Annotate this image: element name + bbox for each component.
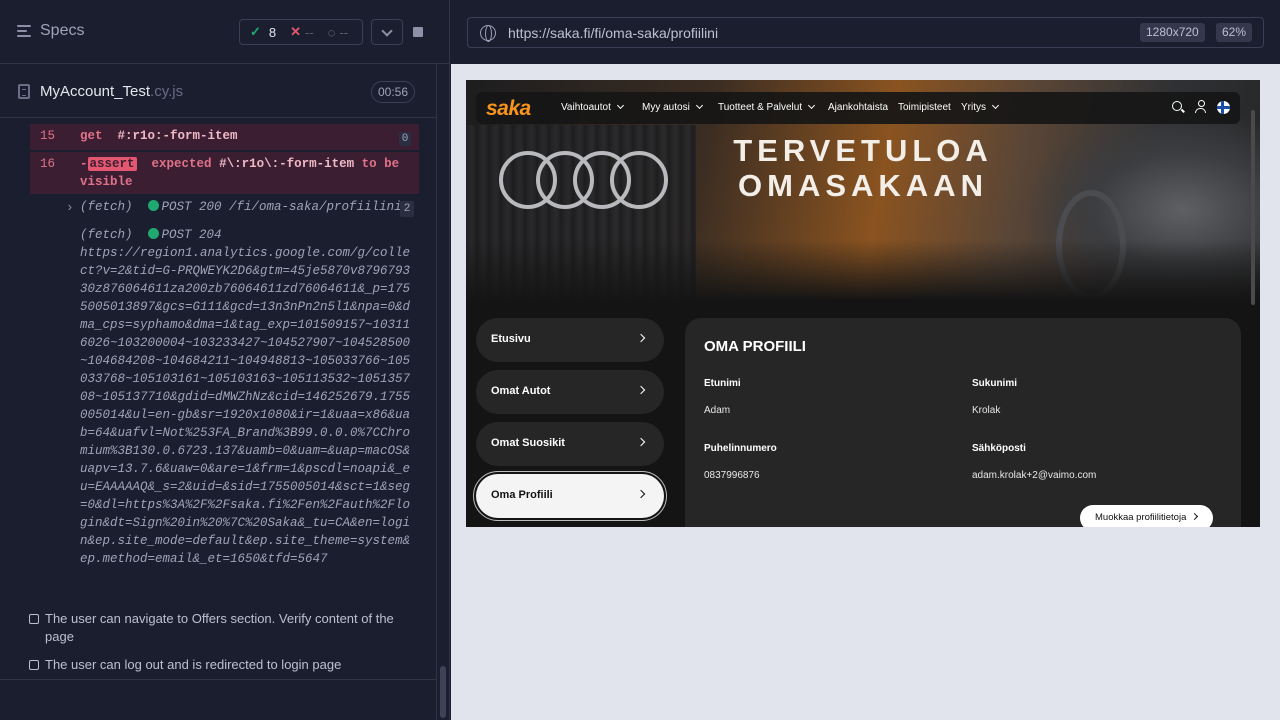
- hero-title-line1: TERVETULOA: [733, 133, 993, 168]
- specs-title[interactable]: Specs: [40, 22, 84, 40]
- document-icon: [18, 84, 30, 99]
- test-stats: ✓ 8 ✕ -- ◌ --: [239, 19, 363, 45]
- assert-prefix: -: [80, 157, 88, 171]
- nav-item-tuotteet[interactable]: Tuotteet & Palvelut: [718, 102, 814, 113]
- first-name-label: Etunimi: [704, 378, 741, 389]
- spec-file-row[interactable]: MyAccount_Test.cy.js 00:56: [0, 66, 436, 118]
- menu-icon[interactable]: [17, 25, 31, 39]
- side-menu-etusivu[interactable]: Etusivu: [476, 318, 664, 362]
- status-dot-icon: [147, 200, 159, 211]
- url-text[interactable]: https://saka.fi/fi/oma-saka/profiilini: [508, 25, 718, 41]
- side-menu-omat-suosikit[interactable]: Omat Suosikit: [476, 422, 664, 466]
- last-name-label: Sukunimi: [972, 378, 1018, 389]
- page-scrollbar[interactable]: [1251, 110, 1255, 305]
- url-bar-area: https://saka.fi/fi/oma-saka/profiilini 1…: [451, 0, 1280, 64]
- zoom-level[interactable]: 62%: [1216, 23, 1253, 42]
- first-name-value: Adam: [704, 405, 731, 416]
- command-log-panel: Specs ✓ 8 ✕ -- ◌ -- MyAccount_Test.cy.js…: [0, 0, 450, 720]
- check-icon: ✓: [250, 24, 261, 39]
- test-item[interactable]: The user can navigate to Offers section.…: [29, 610, 415, 646]
- saka-logo[interactable]: saka: [486, 97, 531, 121]
- viewport-size[interactable]: 1280x720: [1140, 23, 1205, 42]
- side-menu-oma-profiili[interactable]: Oma Profiili: [473, 471, 667, 521]
- assert-label: assert: [87, 157, 137, 171]
- chevron-right-icon: [636, 385, 646, 395]
- pending-icon: ◌: [327, 24, 336, 40]
- specs-header: Specs ✓ 8 ✕ -- ◌ --: [0, 0, 449, 64]
- profile-title: OMA PROFIILI: [704, 338, 806, 355]
- test-item[interactable]: The user can log out and is redirected t…: [29, 656, 415, 674]
- user-icon[interactable]: [1195, 100, 1207, 114]
- hero-title: TERVETULOA OMASAKAAN: [466, 133, 1260, 203]
- failed-count: --: [305, 24, 314, 40]
- test-pending-icon: [29, 614, 39, 624]
- fetch-count-badge: 2: [400, 201, 414, 217]
- command-arg: #:r1o:-form-item: [117, 129, 238, 143]
- side-menu-label: Omat Autot: [491, 385, 551, 397]
- chevron-right-icon: [636, 333, 646, 343]
- divider: [0, 679, 436, 680]
- globe-icon: [480, 25, 496, 42]
- command-row[interactable]: 15 get #:r1o:-form-item 0: [30, 124, 419, 150]
- test-title: The user can log out and is redirected t…: [45, 657, 342, 672]
- spec-file-name: MyAccount_Test: [40, 83, 151, 100]
- site-nav: saka Vaihtoautot Myy autosi Tuotteet & P…: [476, 92, 1240, 124]
- last-name-value: Krolak: [972, 405, 1001, 416]
- assert-arg: #\:r1o\:-form-item: [219, 157, 355, 171]
- command-number: 16: [40, 157, 56, 171]
- spec-file-ext: .cy.js: [150, 83, 184, 100]
- chevron-right-icon: [636, 489, 646, 499]
- command-count-badge: 0: [399, 132, 411, 146]
- x-icon: ✕: [290, 24, 302, 39]
- passed-count: 8: [268, 24, 277, 40]
- phone-label: Puhelinnumero: [704, 443, 777, 454]
- side-menu-omat-autot[interactable]: Omat Autot: [476, 370, 664, 414]
- test-title: The user can navigate to Offers section.…: [45, 611, 394, 644]
- spec-duration: 00:56: [371, 81, 416, 103]
- assertion-text: - assert expected #\:r1o\:-form-item to b…: [80, 155, 415, 191]
- nav-item-yritys[interactable]: Yritys: [961, 102, 998, 113]
- email-label: Sähköposti: [972, 443, 1026, 454]
- pending-count: --: [339, 24, 349, 40]
- fetch-row[interactable]: › (fetch) POST 200 /fi/oma-saka/profiili…: [66, 200, 414, 217]
- url-bar[interactable]: https://saka.fi/fi/oma-saka/profiilini 1…: [467, 17, 1264, 48]
- nav-item-toimipisteet[interactable]: Toimipisteet: [898, 102, 951, 113]
- edit-profile-button[interactable]: Muokkaa profiilitietoja: [1080, 505, 1214, 527]
- chevron-right-icon[interactable]: ›: [66, 201, 74, 215]
- email-value: adam.krolak+2@vaimo.com: [972, 470, 1097, 481]
- search-icon[interactable]: [1172, 101, 1182, 111]
- command-number: 15: [40, 129, 56, 143]
- hero-title-line2: OMASAKAAN: [738, 168, 988, 203]
- fetch-url: https://region1.analytics.google.com/g/c…: [80, 246, 411, 566]
- side-menu-label: Omat Suosikit: [491, 437, 565, 449]
- nav-item-myy-autosi[interactable]: Myy autosi: [642, 102, 702, 113]
- chevron-right-icon: [636, 437, 646, 447]
- app-preview-panel: https://saka.fi/fi/oma-saka/profiilini 1…: [451, 0, 1280, 720]
- phone-value: 0837996876: [704, 470, 760, 481]
- command-row[interactable]: 16 - assert expected #\:r1o\:-form-item t…: [30, 152, 419, 194]
- side-menu-label: Etusivu: [491, 333, 531, 345]
- nav-item-vaihtoautot[interactable]: Vaihtoautot: [561, 102, 623, 113]
- app-viewport: TERVETULOA OMASAKAAN saka Vaihtoautot Myy…: [466, 80, 1260, 527]
- command-name: get: [80, 129, 103, 143]
- scrollbar-thumb[interactable]: [440, 666, 446, 718]
- stop-button[interactable]: [402, 19, 434, 45]
- fetch-type: (fetch): [80, 228, 133, 242]
- assert-expected: expected: [151, 157, 212, 171]
- side-menu-label: Oma Profiili: [491, 489, 553, 501]
- test-pending-icon: [29, 660, 39, 670]
- status-dot-icon: [147, 228, 159, 239]
- fetch-method: POST 204: [161, 228, 222, 242]
- finland-flag-icon[interactable]: [1217, 101, 1230, 114]
- hero-fade: [466, 240, 1260, 300]
- fetch-method: POST 200 /fi/oma-saka/profiilini: [161, 200, 402, 214]
- fetch-type: (fetch): [80, 200, 133, 214]
- collapse-button[interactable]: [371, 19, 403, 45]
- nav-item-ajankohtaista[interactable]: Ajankohtaista: [828, 102, 888, 113]
- profile-card: OMA PROFIILI Etunimi Adam Sukunimi Krola…: [685, 318, 1241, 527]
- command-log-scrollbar[interactable]: [436, 64, 449, 720]
- fetch-row[interactable]: (fetch) POST 204 https://region1.analyti…: [80, 228, 416, 568]
